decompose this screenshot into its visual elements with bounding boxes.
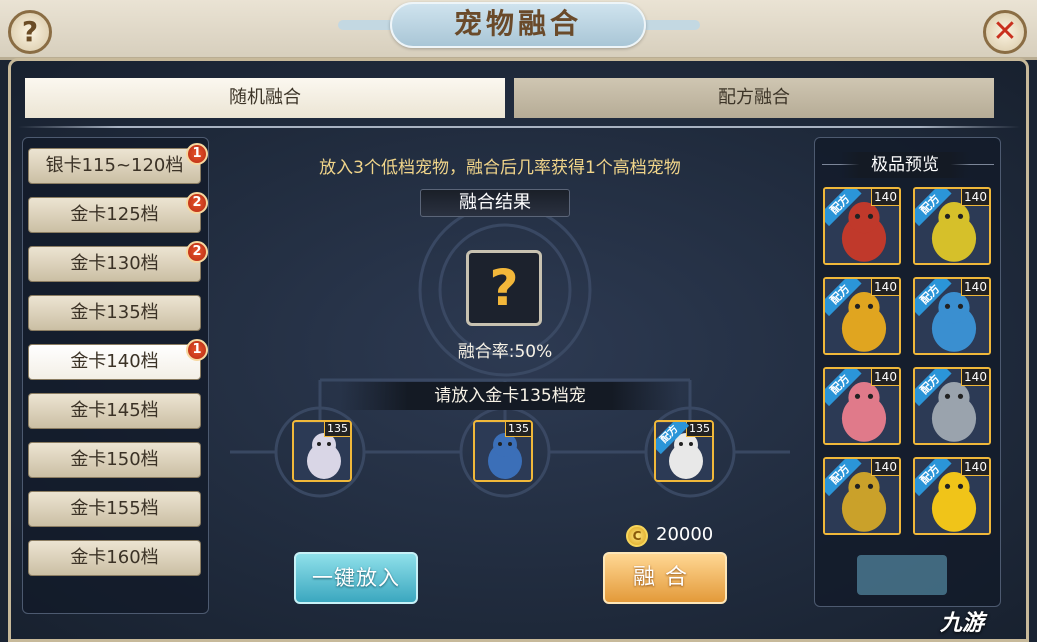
question-mark-icon: ? [489, 259, 519, 317]
tier-button[interactable]: 金卡145档 [28, 393, 201, 429]
tab-divider [18, 126, 1020, 128]
slot-hint: 请放入金卡135档宠 [340, 382, 680, 410]
notification-badge: 2 [186, 192, 208, 214]
pet-level: 140 [961, 189, 989, 206]
tier-button[interactable]: 金卡130档 [28, 246, 201, 282]
pet-level: 140 [871, 369, 899, 386]
pet-level: 140 [961, 459, 989, 476]
close-icon: ✕ [992, 14, 1018, 49]
preview-title: 极品预览 [840, 152, 970, 178]
fuse-button[interactable]: 融合 [603, 552, 727, 604]
pet-level: 140 [871, 189, 899, 206]
fusion-rate: 融合率:50% [457, 342, 553, 362]
tier-button[interactable]: 金卡125档 [28, 197, 201, 233]
close-button[interactable]: ✕ [983, 10, 1027, 54]
preview-pet-card[interactable]: 140 配方 [823, 187, 901, 265]
fusion-result-label: 融合结果 [420, 189, 570, 217]
preview-pet-card[interactable]: 140 配方 [913, 277, 991, 355]
notification-badge: 1 [186, 339, 208, 361]
help-button[interactable]: ? [8, 10, 52, 54]
tier-button[interactable]: 金卡155档 [28, 491, 201, 527]
gold-coin-icon: C [626, 525, 648, 547]
title-wing-right [640, 20, 700, 30]
tier-button[interactable]: 银卡115~120档 [28, 148, 201, 184]
notification-badge: 2 [186, 241, 208, 263]
title-wing-left [338, 20, 398, 30]
fusion-cost: 20000 [656, 524, 714, 545]
pet-level: 135 [324, 422, 350, 437]
pet-level: 140 [961, 369, 989, 386]
notification-badge: 1 [186, 143, 208, 165]
fusion-instruction: 放入3个低档宠物，融合后几率获得1个高档宠物 [319, 158, 681, 178]
material-slot[interactable]: 135 [292, 420, 352, 482]
preview-pet-card[interactable]: 140 配方 [913, 457, 991, 535]
preview-pet-card[interactable]: 140 配方 [823, 277, 901, 355]
pet-level: 135 [505, 422, 531, 437]
tier-button[interactable]: 金卡150档 [28, 442, 201, 478]
tier-button[interactable]: 金卡140档 [28, 344, 201, 380]
preview-pet-card[interactable]: 140 配方 [913, 187, 991, 265]
material-slot[interactable]: 135 [473, 420, 533, 482]
preview-scroll-button[interactable] [857, 555, 947, 595]
preview-pet-card[interactable]: 140 配方 [913, 367, 991, 445]
tab-random-fusion[interactable]: 随机融合 [25, 78, 505, 118]
preview-pet-card[interactable]: 140 配方 [823, 367, 901, 445]
material-slot[interactable]: 135 配方 [654, 420, 714, 482]
window-title: 宠物融合 [390, 2, 646, 48]
auto-fill-button[interactable]: 一键放入 [294, 552, 418, 604]
fusion-result-slot[interactable]: ? [466, 250, 542, 326]
question-icon: ? [21, 15, 39, 48]
tier-button[interactable]: 金卡135档 [28, 295, 201, 331]
pet-level: 140 [961, 279, 989, 296]
pet-level: 135 [686, 422, 712, 437]
pet-level: 140 [871, 459, 899, 476]
tier-button[interactable]: 金卡160档 [28, 540, 201, 576]
preview-pet-card[interactable]: 140 配方 [823, 457, 901, 535]
pet-level: 140 [871, 279, 899, 296]
tab-recipe-fusion[interactable]: 配方融合 [514, 78, 994, 118]
watermark-logo: 九游 [940, 611, 985, 636]
